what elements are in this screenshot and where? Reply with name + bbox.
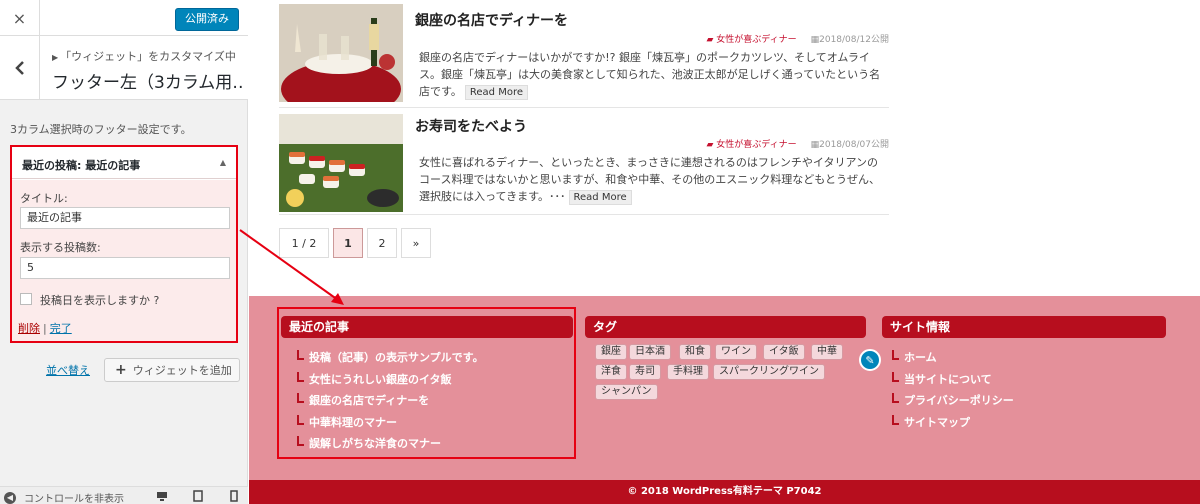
post-item: 銀座の名店でディナーを ▰ 女性が喜ぶディナー ▦2018/08/12公開 銀座の… [279, 0, 889, 108]
show-date-checkbox[interactable] [20, 293, 32, 305]
read-more-button[interactable]: Read More [464, 85, 529, 100]
mobile-preview-icon[interactable] [228, 490, 240, 502]
post-title[interactable]: 銀座の名店でディナーを [415, 10, 568, 30]
site-preview: 銀座の名店でディナーを ▰ 女性が喜ぶディナー ▦2018/08/12公開 銀座の… [249, 0, 1200, 504]
back-button[interactable] [0, 36, 40, 100]
post-date: 2018/08/07公開 [819, 140, 889, 150]
post-count-label: 表示する投稿数: [20, 241, 101, 254]
tag-link[interactable]: スパークリングワイン [713, 364, 825, 380]
post-excerpt: 銀座の名店でディナーはいかがですか!? 銀座「煉瓦亭」のポークカツレツ、そしてオ… [419, 51, 881, 100]
category-link[interactable]: ▰ 女性が喜ぶディナー [706, 140, 796, 150]
tag-link[interactable]: 寿司 [629, 364, 661, 380]
chevron-left-icon [14, 61, 24, 75]
widget-actions: 削除 | 完了 [18, 320, 72, 336]
calendar-icon: ▦ [810, 140, 820, 150]
collapse-controls-button[interactable]: ◀ コントロールを非表示 [4, 490, 124, 504]
tag-link[interactable]: 中華 [811, 344, 843, 360]
next-page-button[interactable]: » [401, 228, 431, 258]
reorder-link[interactable]: 並べ替え [46, 362, 90, 378]
post-item: お寿司をたべよう ▰ 女性が喜ぶディナー ▦2018/08/07公開 女性に喜ばれ… [279, 108, 889, 215]
title-input[interactable]: 最近の記事 [20, 207, 230, 229]
post-meta: ▰ 女性が喜ぶディナー ▦2018/08/12公開 [706, 32, 889, 45]
caret-up-icon[interactable]: ▲ [220, 158, 226, 167]
tag-link[interactable]: 和食 [679, 344, 711, 360]
site-info-link[interactable]: サイトマップ [890, 414, 1014, 436]
widget-title: 最近の投稿: 最近の記事 [22, 159, 141, 172]
copyright: © 2018 WordPress有料テーマ P7042 [249, 480, 1200, 504]
customizer-footer: ◀ コントロールを非表示 [0, 486, 248, 504]
post-date: 2018/08/12公開 [819, 35, 889, 45]
calendar-icon: ▦ [810, 35, 820, 45]
close-customizer-button[interactable]: × [0, 0, 40, 36]
customizer-sidebar: × 公開済み ▶ 「ウィジェット」をカスタマイズ中 フッター左（3カラム用… 3カ… [0, 0, 248, 504]
page-indicator: 1 / 2 [279, 228, 329, 258]
done-link[interactable]: 完了 [50, 322, 72, 335]
add-widget-button[interactable]: + ウィジェットを追加 [104, 358, 240, 382]
tag-link[interactable]: 日本酒 [629, 344, 671, 360]
post-thumbnail[interactable] [279, 4, 403, 102]
tag-link[interactable]: ワイン [715, 344, 757, 360]
tag-link[interactable]: 銀座 [595, 344, 627, 360]
pagination: 1 / 2 1 2 » [279, 228, 431, 258]
tag-link[interactable]: 手料理 [667, 364, 709, 380]
widget-header[interactable]: 最近の投稿: 最近の記事 ▲ [12, 147, 236, 179]
tag-link[interactable]: 洋食 [595, 364, 627, 380]
publish-button[interactable]: 公開済み [175, 8, 239, 31]
plus-icon: + [115, 362, 127, 378]
site-info-list: ホーム 当サイトについて プライバシーポリシー サイトマップ [890, 349, 1014, 435]
page-title: フッター左（3カラム用… [52, 73, 244, 93]
read-more-button[interactable]: Read More [568, 190, 632, 205]
tag-link[interactable]: イタ飯 [763, 344, 805, 360]
widget-recent-posts: 最近の投稿: 最近の記事 ▲ タイトル: 最近の記事 表示する投稿数: 5 投稿… [10, 145, 238, 343]
folder-icon: ▰ [706, 140, 717, 150]
site-info-link[interactable]: プライバシーポリシー [890, 392, 1014, 414]
customizer-header: × 公開済み [0, 0, 248, 36]
page-1-button[interactable]: 1 [333, 228, 363, 258]
edit-shortcut-pencil-icon[interactable]: ✎ [859, 349, 881, 371]
separator: | [43, 322, 47, 335]
site-info-title: サイト情報 [882, 316, 1166, 338]
breadcrumb: ▶ 「ウィジェット」をカスタマイズ中 [52, 50, 236, 63]
desktop-preview-icon[interactable] [156, 490, 168, 502]
post-meta: ▰ 女性が喜ぶディナー ▦2018/08/07公開 [706, 137, 889, 150]
delete-link[interactable]: 削除 [18, 322, 40, 335]
tags-title: タグ [585, 316, 866, 338]
sushi-image [279, 114, 403, 212]
post-count-input[interactable]: 5 [20, 257, 230, 279]
site-info-link[interactable]: ホーム [890, 349, 1014, 371]
dinner-image [279, 4, 403, 102]
category-link[interactable]: ▰ 女性が喜ぶディナー [706, 35, 796, 45]
highlight-box [277, 307, 576, 459]
widget-form: タイトル: 最近の記事 表示する投稿数: 5 投稿日を表示しますか ? 削除 | 完… [12, 180, 236, 341]
title-label: タイトル: [20, 192, 68, 205]
site-info-link[interactable]: 当サイトについて [890, 371, 1014, 393]
panel-title-section: ▶ 「ウィジェット」をカスタマイズ中 フッター左（3カラム用… [0, 36, 248, 100]
post-excerpt: 女性に喜ばれるディナー、といったとき、まっさきに連想されるのはフレンチやイタリア… [419, 156, 881, 205]
tag-link[interactable]: シャンパン [595, 384, 658, 400]
section-description: 3カラム選択時のフッター設定です。 [10, 123, 192, 136]
close-icon: × [12, 8, 27, 28]
show-date-label: 投稿日を表示しますか ? [40, 294, 160, 307]
post-thumbnail[interactable] [279, 114, 403, 212]
tablet-preview-icon[interactable] [192, 490, 204, 502]
collapse-icon: ◀ [4, 491, 16, 504]
page-2-button[interactable]: 2 [367, 228, 397, 258]
folder-icon: ▰ [706, 35, 717, 45]
post-title[interactable]: お寿司をたべよう [415, 116, 527, 136]
caret-right-icon: ▶ [52, 53, 59, 62]
